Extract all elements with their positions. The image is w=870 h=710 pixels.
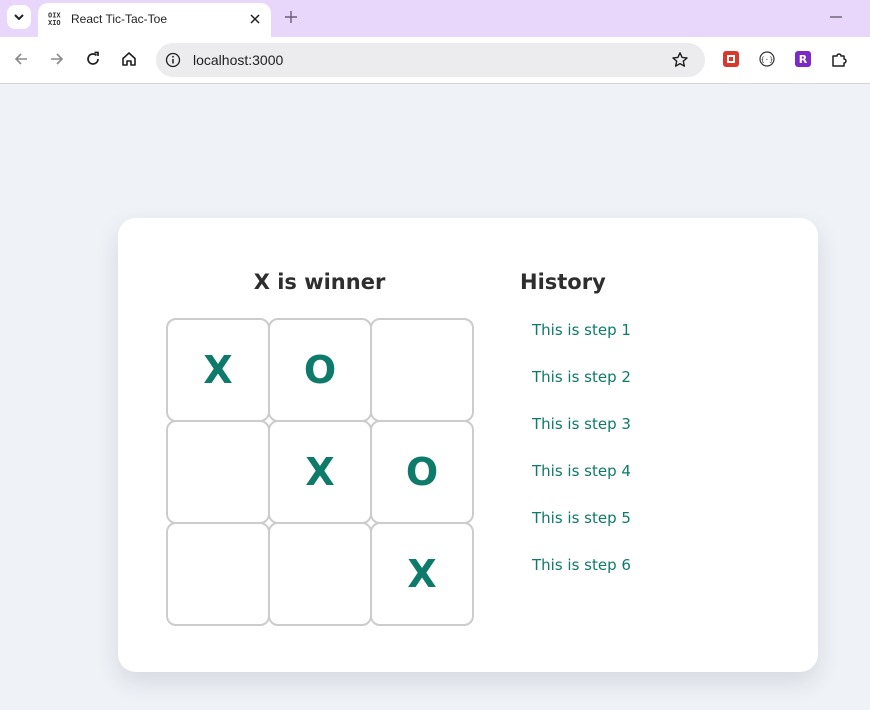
browser-tab[interactable]: OIX XIO React Tic-Tac-Toe bbox=[38, 3, 271, 37]
extension-r-icon[interactable]: R bbox=[795, 51, 811, 67]
history-step-5[interactable]: This is step 5 bbox=[532, 509, 631, 556]
url-text: localhost:3000 bbox=[193, 52, 284, 68]
reload-button[interactable] bbox=[82, 48, 104, 70]
board-cell[interactable] bbox=[268, 522, 372, 626]
history-list: This is step 1 This is step 2 This is st… bbox=[532, 321, 631, 603]
star-icon[interactable] bbox=[671, 51, 689, 69]
game-status: X is winner bbox=[253, 270, 386, 294]
game-board: X O X O X bbox=[166, 318, 474, 626]
home-button[interactable] bbox=[118, 48, 140, 70]
plus-icon bbox=[285, 11, 297, 23]
close-icon bbox=[250, 14, 260, 24]
new-tab-button[interactable] bbox=[281, 7, 301, 27]
history-step-1[interactable]: This is step 1 bbox=[532, 321, 631, 368]
info-icon[interactable] bbox=[165, 52, 181, 68]
forward-arrow-icon bbox=[51, 53, 64, 65]
board-cell[interactable]: O bbox=[268, 318, 372, 422]
board-cell[interactable] bbox=[166, 420, 270, 524]
tic-tac-toe-favicon-icon: OIX XIO bbox=[48, 12, 61, 27]
tab-strip: OIX XIO React Tic-Tac-Toe bbox=[0, 0, 870, 37]
history-step-2[interactable]: This is step 2 bbox=[532, 368, 631, 415]
reload-icon bbox=[87, 51, 99, 65]
board-cell[interactable]: O bbox=[370, 420, 474, 524]
tab-list-icon bbox=[14, 14, 24, 21]
back-button[interactable] bbox=[10, 48, 32, 70]
board-cell[interactable]: X bbox=[166, 318, 270, 422]
history-step-3[interactable]: This is step 3 bbox=[532, 415, 631, 462]
board-cell[interactable] bbox=[166, 522, 270, 626]
board-cell[interactable]: X bbox=[370, 522, 474, 626]
extension-r-label: R bbox=[798, 52, 808, 66]
minimize-icon bbox=[830, 16, 842, 18]
browser-toolbar: localhost:3000 {·} R bbox=[0, 37, 870, 84]
history-step-6[interactable]: This is step 6 bbox=[532, 556, 631, 603]
tab-title: React Tic-Tac-Toe bbox=[71, 12, 168, 26]
tab-list-button[interactable] bbox=[7, 5, 31, 29]
svg-text:{·}: {·} bbox=[761, 56, 774, 64]
board-cell[interactable] bbox=[370, 318, 474, 422]
puzzle-icon bbox=[832, 53, 847, 67]
forward-button[interactable] bbox=[46, 48, 68, 70]
home-icon bbox=[122, 52, 136, 66]
svg-text:XIO: XIO bbox=[48, 19, 61, 26]
board-cell[interactable]: X bbox=[268, 420, 372, 524]
minimize-window-button[interactable] bbox=[826, 8, 846, 26]
address-bar[interactable]: localhost:3000 bbox=[156, 43, 705, 77]
extension-bracket-icon[interactable]: {·} bbox=[759, 51, 775, 67]
history-step-4[interactable]: This is step 4 bbox=[532, 462, 631, 509]
extensions-button[interactable] bbox=[828, 48, 850, 70]
extension-red-icon[interactable] bbox=[723, 51, 739, 67]
history-title: History bbox=[520, 270, 606, 294]
back-arrow-icon bbox=[14, 53, 27, 65]
tab-close-button[interactable] bbox=[247, 11, 263, 27]
